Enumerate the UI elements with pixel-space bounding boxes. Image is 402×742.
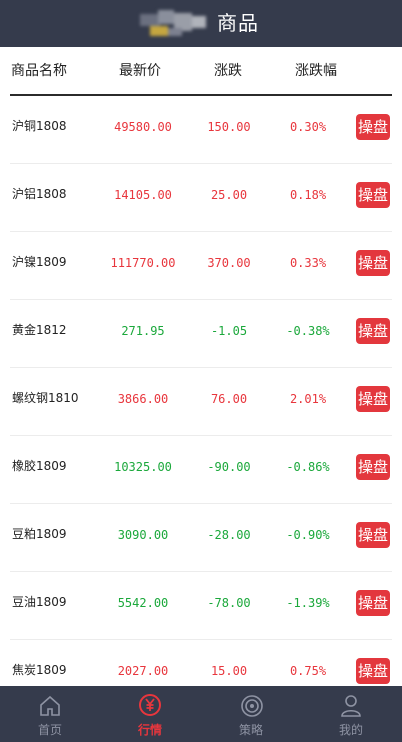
quote-name: 沪镍1809 [12, 255, 67, 269]
page-title: 商品 [217, 11, 259, 35]
target-icon [241, 695, 263, 717]
quote-change-pct: -0.86% [286, 460, 330, 474]
quote-change: 25.00 [210, 188, 248, 202]
quote-price: 271.95 [121, 324, 165, 338]
quote-price: 49580.00 [114, 120, 172, 134]
quote-change: 150.00 [207, 120, 251, 134]
column-header-change: 涨跌 [214, 63, 242, 79]
quote-name: 黄金1812 [12, 323, 67, 337]
column-header-row: 商品名称 最新价 涨跌 涨跌幅 [0, 47, 402, 95]
quote-row[interactable]: 橡胶1809 10325.00 -90.00 -0.86% 操盘 [10, 436, 392, 504]
trade-button[interactable]: 操盘 [356, 318, 390, 344]
quote-price: 14105.00 [114, 188, 172, 202]
trade-button[interactable]: 操盘 [356, 454, 390, 480]
quote-change: 15.00 [210, 664, 248, 678]
quote-row[interactable]: 沪铝1808 14105.00 25.00 0.18% 操盘 [10, 164, 392, 232]
quote-price: 10325.00 [114, 460, 172, 474]
trade-button[interactable]: 操盘 [356, 114, 390, 140]
column-header-change-pct: 涨跌幅 [295, 63, 337, 79]
quote-price: 2027.00 [117, 664, 169, 678]
user-icon [341, 695, 361, 717]
quote-change: -28.00 [207, 528, 251, 542]
quote-name: 沪铜1808 [12, 119, 67, 133]
trade-button[interactable]: 操盘 [356, 250, 390, 276]
quote-change: -90.00 [207, 460, 251, 474]
home-icon [40, 695, 60, 716]
quote-price: 3090.00 [117, 528, 169, 542]
quote-price: 111770.00 [110, 256, 176, 270]
quote-name: 沪铝1808 [12, 187, 67, 201]
tab-market[interactable]: 行情 [100, 686, 200, 742]
quote-price: 5542.00 [117, 596, 169, 610]
quote-row[interactable]: 螺纹钢1810 3866.00 76.00 2.01% 操盘 [10, 368, 392, 436]
top-header: 商品 [0, 0, 402, 47]
trade-button[interactable]: 操盘 [356, 658, 390, 684]
tab-mine-label: 我的 [338, 723, 363, 737]
tab-strategy[interactable]: 策略 [201, 686, 301, 742]
quote-change-pct: -0.90% [286, 528, 330, 542]
bottom-tab-bar: 首页 行情 策略 我的 [0, 686, 402, 742]
quote-name: 螺纹钢1810 [12, 391, 79, 405]
column-header-price: 最新价 [119, 63, 161, 79]
quote-row[interactable]: 豆粕1809 3090.00 -28.00 -0.90% 操盘 [10, 504, 392, 572]
quote-row[interactable]: 沪铜1808 49580.00 150.00 0.30% 操盘 [10, 96, 392, 164]
yen-coin-icon [139, 694, 161, 716]
quote-price: 3866.00 [117, 392, 169, 406]
tab-strategy-label: 策略 [238, 723, 263, 737]
column-header-name: 商品名称 [11, 63, 67, 79]
quote-change: -78.00 [207, 596, 251, 610]
quote-change-pct: 0.30% [289, 120, 327, 134]
quote-change: 370.00 [207, 256, 251, 270]
quote-name: 焦炭1809 [12, 663, 67, 677]
quote-change-pct: 2.01% [289, 392, 327, 406]
quote-row[interactable]: 黄金1812 271.95 -1.05 -0.38% 操盘 [10, 300, 392, 368]
quote-change-pct: 0.33% [289, 256, 327, 270]
quote-change-pct: 0.75% [289, 664, 327, 678]
trade-button[interactable]: 操盘 [356, 522, 390, 548]
quote-change-pct: -1.39% [286, 596, 330, 610]
quote-row[interactable]: 豆油1809 5542.00 -78.00 -1.39% 操盘 [10, 572, 392, 640]
blurred-logo [140, 10, 214, 38]
quote-name: 豆粕1809 [12, 527, 67, 541]
tab-home[interactable]: 首页 [0, 686, 100, 742]
trade-button[interactable]: 操盘 [356, 182, 390, 208]
quote-name: 橡胶1809 [12, 459, 67, 473]
tab-home-label: 首页 [37, 723, 62, 737]
trade-button[interactable]: 操盘 [356, 590, 390, 616]
trade-button[interactable]: 操盘 [356, 386, 390, 412]
quote-change: -1.05 [210, 324, 248, 338]
quote-change: 76.00 [210, 392, 248, 406]
quote-change-pct: -0.38% [286, 324, 330, 338]
tab-market-label: 行情 [137, 723, 162, 737]
tab-mine[interactable]: 我的 [301, 686, 401, 742]
quote-change-pct: 0.18% [289, 188, 327, 202]
quote-name: 豆油1809 [12, 595, 67, 609]
quote-row[interactable]: 沪镍1809 111770.00 370.00 0.33% 操盘 [10, 232, 392, 300]
